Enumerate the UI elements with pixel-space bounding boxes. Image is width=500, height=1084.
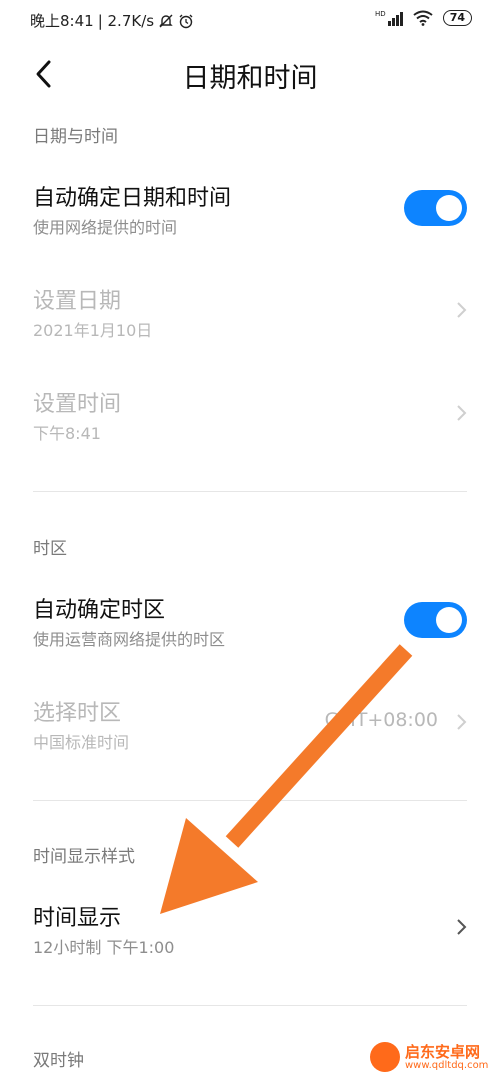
watermark-name: 启东安卓网	[405, 1042, 481, 1061]
watermark-logo-icon	[370, 1042, 400, 1072]
watermark-text: 启东安卓网 www.qdltdq.com	[405, 1044, 488, 1071]
watermark: 启东安卓网 www.qdltdq.com	[370, 1042, 488, 1072]
annotation-arrow	[160, 644, 413, 914]
watermark-url: www.qdltdq.com	[405, 1059, 489, 1071]
